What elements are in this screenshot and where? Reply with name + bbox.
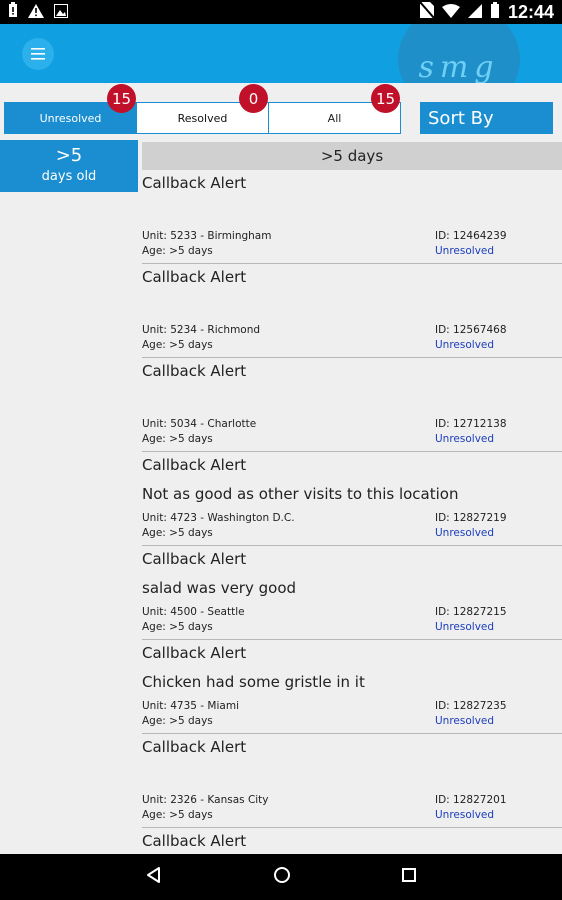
item-id: ID: 12464239 bbox=[435, 230, 507, 242]
item-age: Age: >5 days bbox=[142, 809, 213, 821]
list-item[interactable]: Callback Alert Unit: 2326 - Kansas City … bbox=[142, 734, 562, 828]
list-item[interactable]: Callback Alert Unit: 5233 - Birmingham A… bbox=[142, 170, 562, 264]
item-title: Callback Alert bbox=[142, 362, 247, 380]
age-unit: days old bbox=[41, 169, 97, 184]
item-id: ID: 12567468 bbox=[435, 324, 507, 336]
logo-text: smg bbox=[418, 49, 500, 84]
image-icon bbox=[54, 3, 68, 22]
item-id: ID: 12712138 bbox=[435, 418, 507, 430]
item-age: Age: >5 days bbox=[142, 245, 213, 257]
tab-label: Resolved bbox=[177, 111, 228, 125]
item-comment: Not as good as other visits to this loca… bbox=[142, 485, 459, 503]
battery-alert-icon bbox=[8, 2, 18, 22]
list-item[interactable]: Callback Alert Unit: 5034 - Charlotte Ag… bbox=[142, 358, 562, 452]
item-unit: Unit: 4723 - Washington D.C. bbox=[142, 512, 295, 524]
list-item[interactable]: Callback Alert Not as good as other visi… bbox=[142, 452, 562, 546]
hamburger-icon bbox=[31, 45, 45, 64]
warning-icon bbox=[28, 3, 44, 22]
count-badge: 15 bbox=[107, 84, 136, 113]
back-icon[interactable] bbox=[145, 866, 163, 888]
list-item[interactable]: Callback Alert Chicken had some gristle … bbox=[142, 640, 562, 734]
status-bar: 12:44 bbox=[0, 0, 562, 24]
home-icon[interactable] bbox=[273, 866, 291, 888]
recents-icon[interactable] bbox=[401, 867, 417, 887]
item-title: Callback Alert bbox=[142, 644, 247, 662]
item-age: Age: >5 days bbox=[142, 715, 213, 727]
tab-label: Unresolved bbox=[39, 111, 102, 125]
item-status: Unresolved bbox=[435, 621, 495, 633]
tab-unresolved[interactable]: Unresolved 15 bbox=[4, 84, 137, 134]
tab-all[interactable]: All 15 bbox=[268, 84, 401, 134]
alert-list: Callback Alert Unit: 5233 - Birmingham A… bbox=[142, 170, 562, 854]
smg-logo: smg bbox=[398, 24, 520, 83]
item-age: Age: >5 days bbox=[142, 339, 213, 351]
item-status: Unresolved bbox=[435, 339, 495, 351]
item-status: Unresolved bbox=[435, 527, 495, 539]
age-filter-button[interactable]: >5 days old bbox=[0, 140, 138, 192]
item-title: Callback Alert bbox=[142, 550, 247, 568]
list-item[interactable]: Callback Alert salad was very good Unit:… bbox=[142, 546, 562, 640]
tab-label: All bbox=[327, 111, 342, 125]
count-badge: 15 bbox=[371, 84, 400, 113]
tab-resolved[interactable]: Resolved 0 bbox=[136, 84, 269, 134]
item-age: Age: >5 days bbox=[142, 621, 213, 633]
navigation-bar bbox=[0, 854, 562, 900]
item-id: ID: 12827219 bbox=[435, 512, 507, 524]
section-header: >5 days bbox=[142, 142, 562, 170]
item-comment: Chicken had some gristle in it bbox=[142, 673, 365, 691]
item-age: Age: >5 days bbox=[142, 527, 213, 539]
item-age: Age: >5 days bbox=[142, 433, 213, 445]
item-unit: Unit: 4735 - Miami bbox=[142, 700, 239, 712]
app-bar: smg bbox=[0, 24, 562, 83]
sort-by-button[interactable]: Sort By bbox=[420, 102, 553, 134]
battery-icon bbox=[490, 2, 500, 22]
item-unit: Unit: 5034 - Charlotte bbox=[142, 418, 257, 430]
item-title: Callback Alert bbox=[142, 456, 247, 474]
item-status: Unresolved bbox=[435, 715, 495, 727]
item-id: ID: 12827201 bbox=[435, 794, 507, 806]
item-title: Callback Alert bbox=[142, 832, 247, 850]
no-sim-icon bbox=[419, 1, 435, 22]
item-status: Unresolved bbox=[435, 245, 495, 257]
item-id: ID: 12827215 bbox=[435, 606, 507, 618]
signal-icon bbox=[467, 3, 482, 22]
item-unit: Unit: 4500 - Seattle bbox=[142, 606, 245, 618]
item-id: ID: 12827235 bbox=[435, 700, 507, 712]
item-comment: salad was very good bbox=[142, 579, 297, 597]
wifi-icon bbox=[441, 3, 460, 22]
count-badge: 0 bbox=[239, 84, 268, 113]
list-item[interactable]: Callback Alert bbox=[142, 828, 562, 854]
item-unit: Unit: 2326 - Kansas City bbox=[142, 794, 269, 806]
filter-tabs: Unresolved 15 Resolved 0 All 15 bbox=[4, 84, 401, 134]
item-title: Callback Alert bbox=[142, 268, 247, 286]
item-status: Unresolved bbox=[435, 809, 495, 821]
list-item[interactable]: Callback Alert Unit: 5234 - Richmond Age… bbox=[142, 264, 562, 358]
item-title: Callback Alert bbox=[142, 738, 247, 756]
menu-button[interactable] bbox=[22, 38, 54, 70]
item-unit: Unit: 5233 - Birmingham bbox=[142, 230, 272, 242]
item-unit: Unit: 5234 - Richmond bbox=[142, 324, 261, 336]
clock: 12:44 bbox=[507, 1, 554, 22]
age-value: >5 bbox=[55, 145, 83, 166]
item-title: Callback Alert bbox=[142, 174, 247, 192]
item-status: Unresolved bbox=[435, 433, 495, 445]
